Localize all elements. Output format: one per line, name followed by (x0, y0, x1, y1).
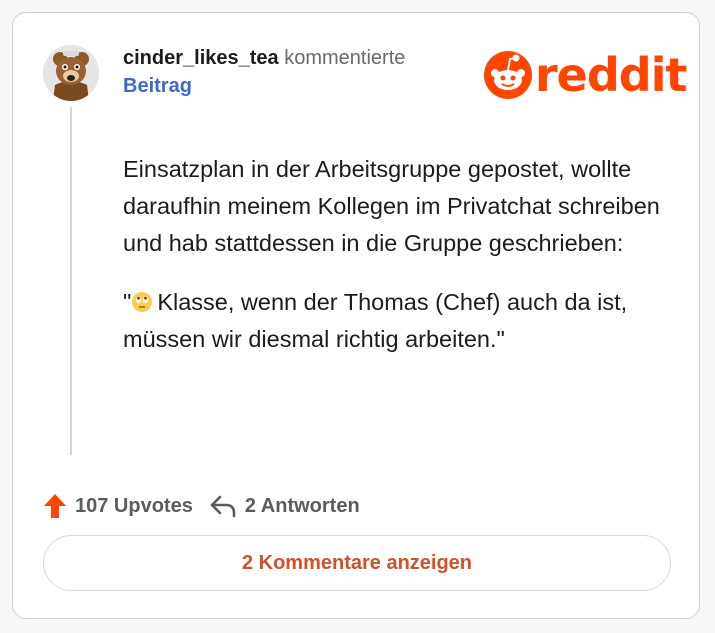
bear-avatar-icon (43, 45, 99, 101)
comment-card: cinder_likes_tea kommentierte Beitrag re… (12, 12, 700, 619)
action-text: kommentierte (284, 47, 406, 69)
reddit-logo: reddit (483, 47, 687, 103)
reddit-wordmark: reddit (535, 48, 687, 102)
upvote-count: 107 Upvotes (75, 494, 193, 517)
comment-paragraph: Einsatzplan in der Arbeitsgruppe geposte… (123, 156, 660, 256)
view-comments-button[interactable]: 2 Kommentare anzeigen (43, 535, 671, 591)
reply-arrow-icon (210, 495, 236, 518)
thread-line (70, 107, 72, 455)
post-link[interactable]: Beitrag (123, 75, 192, 98)
upvote-arrow-icon (44, 494, 66, 518)
comment-quote: " Klasse, wenn der Thomas (Chef) auch da… (123, 284, 663, 358)
avatar[interactable] (43, 45, 99, 101)
reply-button[interactable]: 2 Antworten (209, 494, 360, 518)
reddit-snoo-icon (484, 51, 532, 99)
username[interactable]: cinder_likes_tea (123, 47, 279, 69)
action-bar: 107 Upvotes 2 Antworten (43, 491, 360, 521)
quote-open: " (123, 289, 132, 315)
comment-header: cinder_likes_tea kommentierte (123, 47, 405, 70)
quote-text: Klasse, wenn der Thomas (Chef) auch da i… (123, 289, 628, 352)
comment-body: Einsatzplan in der Arbeitsgruppe geposte… (123, 151, 663, 380)
upvote-button[interactable]: 107 Upvotes (43, 493, 193, 519)
reply-count: 2 Antworten (244, 494, 360, 517)
face-with-rolling-eyes-emoji-icon (132, 292, 153, 312)
